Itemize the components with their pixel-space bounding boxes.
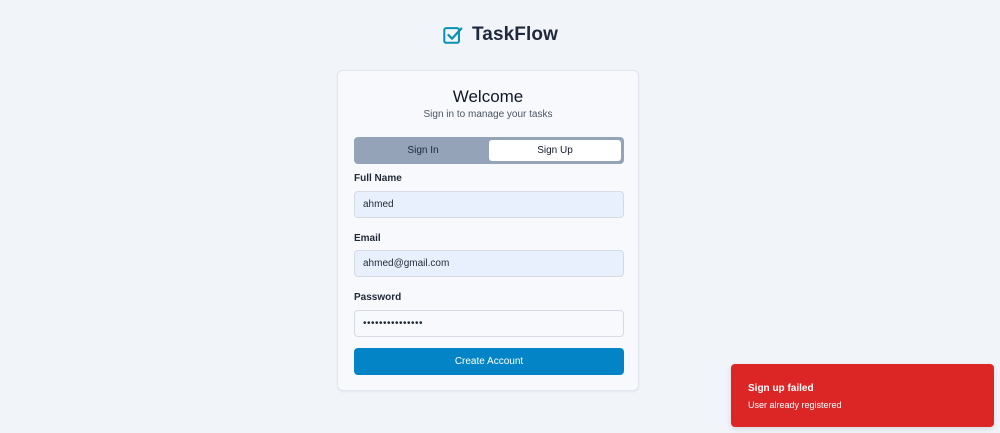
create-account-button[interactable]: Create Account	[354, 348, 624, 375]
tab-sign-in[interactable]: Sign In	[357, 140, 489, 161]
full-name-label: Full Name	[354, 173, 402, 184]
brand-name: TaskFlow	[472, 24, 558, 45]
auth-tabs: Sign In Sign Up	[354, 137, 624, 164]
full-name-input[interactable]	[354, 191, 624, 218]
password-label: Password	[354, 292, 402, 303]
password-input[interactable]	[354, 310, 624, 337]
auth-card: Welcome Sign in to manage your tasks Sig…	[337, 70, 639, 391]
checkbox-check-icon	[443, 27, 463, 44]
toast-title: Sign up failed	[748, 383, 814, 394]
email-input[interactable]	[354, 250, 624, 277]
error-toast[interactable]: Sign up failed User already registered	[731, 364, 994, 427]
email-label: Email	[354, 233, 381, 244]
card-title: Welcome	[452, 87, 524, 106]
toast-message: User already registered	[748, 400, 842, 410]
tab-sign-up[interactable]: Sign Up	[489, 140, 621, 161]
brand-header: TaskFlow	[0, 24, 1000, 46]
card-subtitle: Sign in to manage your tasks	[423, 109, 553, 120]
